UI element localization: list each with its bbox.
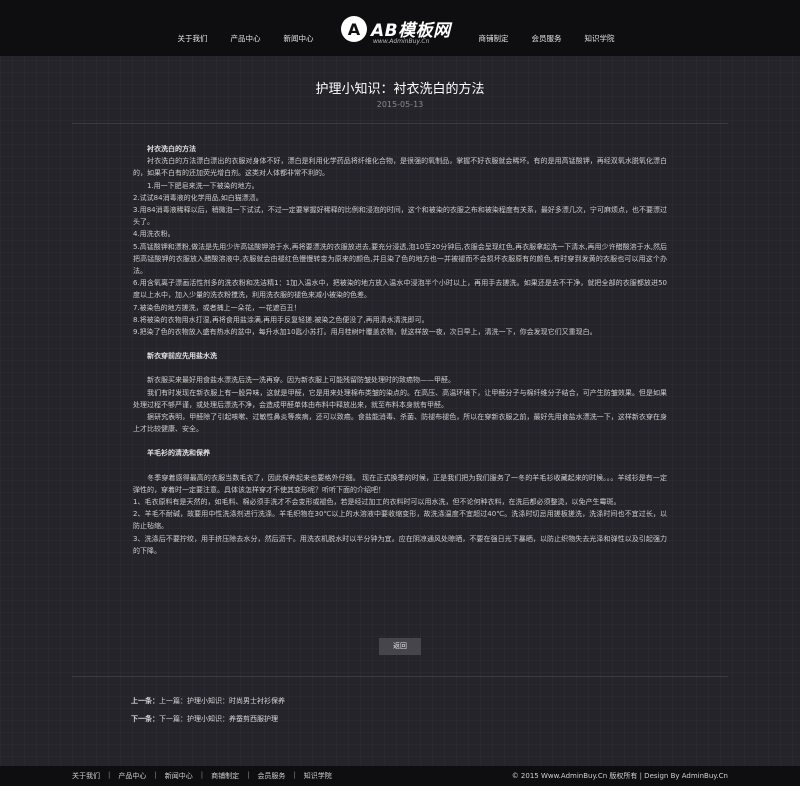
logo-mark-icon: A: [341, 16, 367, 42]
back-button[interactable]: 返回: [379, 638, 421, 655]
article-paragraph: 4.用洗衣粉。: [133, 230, 175, 239]
site-footer: 关于我们 | 产品中心 | 新闻中心 | 商铺制定 | 会员服务 | 知识学院 © 201…: [0, 766, 800, 786]
article-paragraph: 1、毛衣原料有是天然的，如毛料、棉必须手洗才不会变形或褪色，若是经过加工的衣料时…: [133, 498, 621, 507]
article-paragraph: 7.被染色的地方搓洗，或者捕上一朵花，一花遮百丑！: [133, 303, 301, 312]
footer-separator: |: [247, 771, 250, 779]
article-paragraph: 3、洗涤后不要拧绞，用手挤压除去水分，然后沥干。用洗衣机脱水时以半分钟为宜。应在…: [133, 534, 667, 555]
logo-url: www.AdminBuy.Cn: [373, 38, 430, 45]
prev-article-link[interactable]: 上一篇：护理小知识：时尚男士衬衫保养: [159, 697, 285, 705]
site-header: 关于我们 产品中心 新闻中心 A AB模板网 www.AdminBuy.Cn 商…: [0, 0, 800, 56]
footer-separator: |: [108, 771, 111, 779]
article-title: 护理小知识：衬衣洗白的方法: [315, 82, 485, 97]
main-nav-right: 商铺制定 会员服务 知识学院: [467, 33, 626, 44]
article-paragraph: 8.将被染的衣物用水打湿,再将食用盐涂满,再用手反复轻搓.被染之色便没了,再用清…: [133, 315, 429, 324]
footer-link-knowledge[interactable]: 知识学院: [304, 771, 332, 781]
nav-item-news[interactable]: 新闻中心: [272, 33, 325, 44]
nav-item-about[interactable]: 关于我们: [166, 33, 219, 44]
footer-link-news[interactable]: 新闻中心: [165, 771, 193, 781]
footer-link-custom-shop[interactable]: 商铺制定: [211, 771, 239, 781]
site-logo[interactable]: A AB模板网 www.AdminBuy.Cn: [341, 14, 463, 48]
footer-nav: 关于我们 | 产品中心 | 新闻中心 | 商铺制定 | 会员服务 | 知识学院: [72, 771, 332, 781]
article-paragraph: 9.把染了色的衣物放入盛有热水的盆中，每升水加10匙小苏打。用月桂树叶覆盖衣物，…: [133, 328, 597, 337]
main-nav-left: 关于我们 产品中心 新闻中心: [166, 33, 325, 44]
copyright: © 2015 Www.AdminBuy.Cn 版权所有 | Design By …: [511, 772, 728, 780]
nav-item-products[interactable]: 产品中心: [219, 33, 272, 44]
article-paragraph: 1.用一下肥皂来洗一下被染的地方。: [133, 181, 259, 190]
article-paragraph: 6.用含氧离子漂画活性剂多的洗衣粉和冼洁精1：1加入温水中，把被染的地方放入温水…: [133, 279, 667, 300]
nav-item-member-services[interactable]: 会员服务: [520, 33, 573, 44]
prev-article: 上一条：上一篇：护理小知识：时尚男士衬衫保养: [131, 696, 285, 706]
article-body: 衬衣洗白的方法 衬衣洗白的方法漂白漂出的衣服对身体不好，漂白是利用化学药品将纤维…: [133, 143, 667, 557]
next-article-link[interactable]: 下一篇：护理小知识：养蚕剪西服护理: [159, 715, 278, 723]
article-paragraph: 我们有时发现在新衣服上有一股异味，这就是甲醛，它是用来处理棉布类皱的染点的。在高…: [133, 388, 667, 409]
article-paragraph: 5.高锰酸钾和漂粉,做法是先用少许高锰酸钾溶于水,再将要漂洗的衣服放进去,要充分…: [133, 242, 667, 276]
article-paragraph: 冬季穿着感得最高的衣服当数毛衣了，因此保养起来也要格外仔细。 现在正式换季的时候…: [133, 473, 667, 494]
footer-divider: [72, 676, 728, 677]
prev-label: 上一条：: [131, 697, 159, 705]
article-subheading: 新衣穿前应先用盐水洗: [147, 352, 217, 361]
article-paragraph: 新衣服买来最好用食盐水漂洗后洗一洗再穿。因为新衣服上可能残留防皱处理时的致癌物—…: [133, 376, 455, 385]
article-subheading: 羊毛衫的清洗和保养: [147, 449, 210, 458]
article-paragraph: 3.用84消毒液稀释以后，稍微泡一下试试，不过一定要掌握好稀释的比例和浸泡的时间…: [133, 206, 667, 227]
footer-separator: |: [200, 771, 204, 779]
article-paragraph: 2、羊毛不耐碱，故要用中性洗涤剂进行洗涤。羊毛织物在30℃以上的水溶液中要收缩变…: [133, 510, 667, 531]
footer-separator: |: [154, 771, 157, 779]
nav-item-knowledge[interactable]: 知识学院: [573, 33, 626, 44]
next-article: 下一条：下一篇：护理小知识：养蚕剪西服护理: [131, 714, 278, 724]
footer-separator: |: [293, 771, 296, 779]
article-paragraph: 据研究表明，甲醛除了引起咳嗽、过敏性鼻炎等疾病，还可以致癌。食盐能消毒、杀菌、防…: [133, 413, 667, 434]
article-subheading: 衬衣洗白的方法: [147, 145, 196, 153]
nav-item-custom-shop[interactable]: 商铺制定: [467, 33, 520, 44]
title-divider: [72, 123, 728, 124]
article-paragraph: 2.试试84消毒液的化学用品,如白猫漂渍。: [133, 193, 263, 202]
footer-link-member-services[interactable]: 会员服务: [257, 771, 285, 781]
article-date: 2015-05-13: [376, 100, 424, 109]
footer-link-products[interactable]: 产品中心: [118, 771, 146, 781]
footer-link-about[interactable]: 关于我们: [72, 771, 100, 781]
article-paragraph: 衬衣洗白的方法漂白漂出的衣服对身体不好，漂白是利用化学药品将纤维化合物，是很强的…: [133, 157, 667, 178]
next-label: 下一条：: [131, 715, 159, 723]
